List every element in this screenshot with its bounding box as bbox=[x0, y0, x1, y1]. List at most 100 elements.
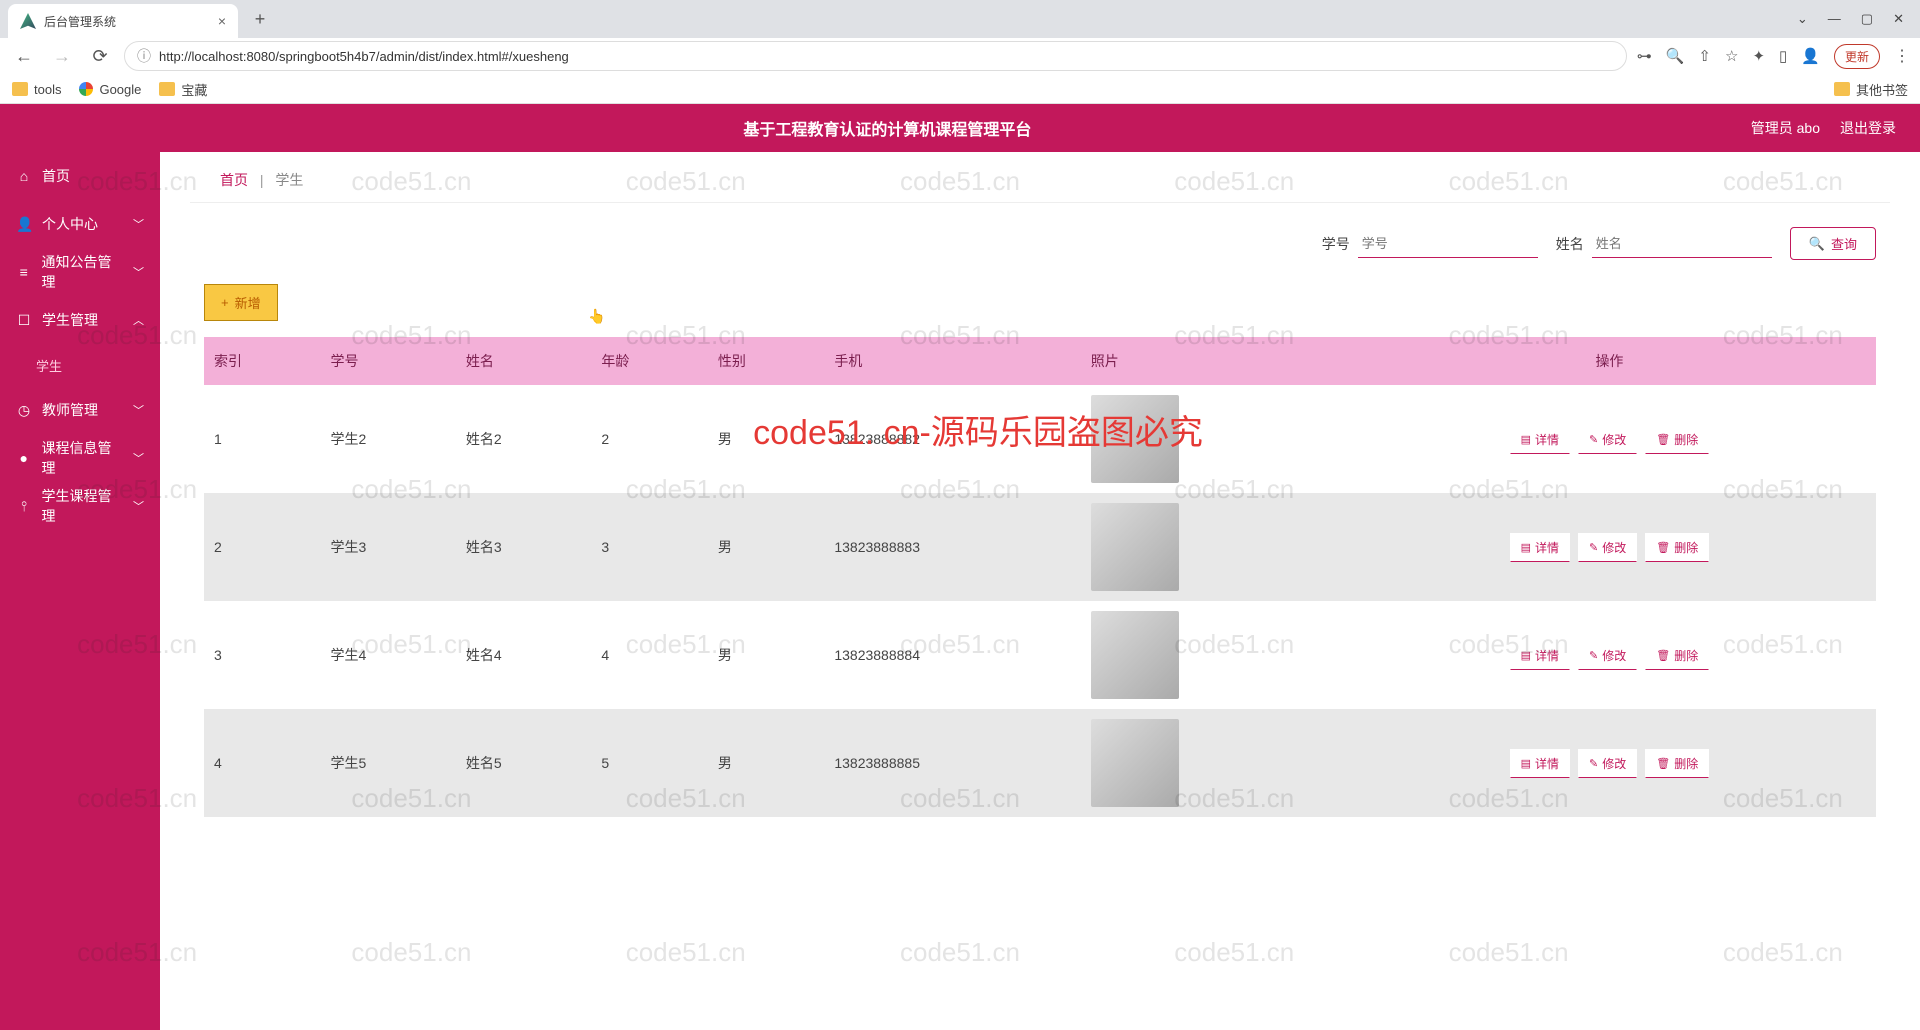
puzzle-icon[interactable]: ✦ bbox=[1752, 47, 1765, 65]
update-button[interactable]: 更新 bbox=[1834, 44, 1880, 69]
cell-gender: 男 bbox=[708, 601, 825, 709]
user-label: 管理员 abo bbox=[1751, 118, 1820, 138]
table-header-row: 索引 学号 姓名 年龄 性别 手机 照片 操作 bbox=[204, 337, 1876, 385]
url-input[interactable]: ⓘ http://localhost:8080/springboot5h4b7/… bbox=[124, 41, 1627, 71]
table-row: 4学生5姓名55男13823888885▤详情✎修改🗑删除 bbox=[204, 709, 1876, 817]
edit-icon: ✎ bbox=[1589, 433, 1598, 446]
maximize-icon[interactable]: ▢ bbox=[1861, 11, 1873, 27]
forward-button[interactable]: → bbox=[48, 42, 76, 70]
browser-tab[interactable]: 后台管理系统 × bbox=[8, 4, 238, 38]
edit-button[interactable]: ✎修改 bbox=[1578, 533, 1637, 562]
trash-icon: 🗑 bbox=[1656, 433, 1670, 446]
photo-thumb bbox=[1091, 611, 1179, 699]
photo-thumb bbox=[1091, 719, 1179, 807]
delete-button[interactable]: 🗑删除 bbox=[1645, 749, 1709, 778]
reload-button[interactable]: ⟳ bbox=[86, 42, 114, 70]
browser-chrome: 后台管理系统 × + ⌄ — ▢ ✕ ← → ⟳ ⓘ http://localh… bbox=[0, 0, 1920, 104]
trash-icon: 🗑 bbox=[1656, 757, 1670, 770]
delete-button[interactable]: 🗑删除 bbox=[1645, 641, 1709, 670]
edit-button[interactable]: ✎修改 bbox=[1578, 749, 1637, 778]
trash-icon: 🗑 bbox=[1656, 649, 1670, 662]
sno-input[interactable] bbox=[1358, 230, 1538, 258]
sidebar-stu-course[interactable]: ⫯学生课程管理﹀ bbox=[0, 482, 160, 530]
cell-age: 2 bbox=[591, 385, 708, 493]
sidebar-course[interactable]: ●课程信息管理﹀ bbox=[0, 434, 160, 482]
add-button[interactable]: +新增 bbox=[204, 284, 278, 321]
clock-icon: ◷ bbox=[16, 402, 32, 419]
app: 基于工程教育认证的计算机课程管理平台 管理员 abo 退出登录 ⌂首页 👤个人中… bbox=[0, 104, 1920, 1030]
cell-ops: ▤详情 ✎修改 🗑删除 bbox=[1343, 709, 1876, 817]
list-icon: ≡ bbox=[16, 264, 32, 280]
edit-button[interactable]: ✎修改 bbox=[1578, 425, 1637, 454]
sidebar-student-mgmt[interactable]: ☐学生管理︿ bbox=[0, 296, 160, 344]
cell-ops: ▤详情 ✎修改 🗑删除 bbox=[1343, 601, 1876, 709]
cell-sno: 学生4 bbox=[321, 601, 456, 709]
cursor-icon: 👆 bbox=[588, 308, 605, 325]
bookmark-treasure[interactable]: 宝藏 bbox=[159, 80, 207, 99]
table-row: 2学生3姓名33男13823888883▤详情✎修改🗑删除 bbox=[204, 493, 1876, 601]
bookmark-other[interactable]: 其他书签 bbox=[1834, 80, 1908, 99]
trash-icon: 🗑 bbox=[1656, 541, 1670, 554]
doc-icon: ▤ bbox=[1521, 649, 1531, 662]
chevron-down-icon: ﹀ bbox=[133, 216, 144, 232]
info-icon[interactable]: ⓘ bbox=[137, 46, 151, 66]
cell-phone: 13823888884 bbox=[824, 601, 1080, 709]
detail-button[interactable]: ▤详情 bbox=[1510, 749, 1570, 778]
cell-photo bbox=[1081, 709, 1343, 817]
sidebar: ⌂首页 👤个人中心﹀ ≡通知公告管理﹀ ☐学生管理︿ 学生 ◷教师管理﹀ ●课程… bbox=[0, 152, 160, 1030]
close-tab-icon[interactable]: × bbox=[218, 13, 226, 29]
doc-icon: ▤ bbox=[1521, 541, 1531, 554]
cell-sno: 学生5 bbox=[321, 709, 456, 817]
table-row: 1学生2姓名22男13823888882▤详情✎修改🗑删除 bbox=[204, 385, 1876, 493]
minimize-icon[interactable]: — bbox=[1828, 11, 1841, 27]
vue-icon bbox=[20, 13, 36, 29]
col-name: 姓名 bbox=[456, 337, 591, 385]
sidebar-personal[interactable]: 👤个人中心﹀ bbox=[0, 200, 160, 248]
cell-index: 2 bbox=[204, 493, 321, 601]
sidebar-student[interactable]: 学生 bbox=[0, 344, 160, 386]
new-tab-button[interactable]: + bbox=[246, 5, 274, 33]
cell-age: 4 bbox=[591, 601, 708, 709]
edit-button[interactable]: ✎修改 bbox=[1578, 641, 1637, 670]
chevron-down-icon[interactable]: ⌄ bbox=[1797, 11, 1808, 27]
sidebar-home[interactable]: ⌂首页 bbox=[0, 152, 160, 200]
chevron-up-icon: ︿ bbox=[133, 312, 144, 328]
search-icon: 🔍 bbox=[1809, 236, 1825, 252]
bookmark-google[interactable]: Google bbox=[79, 82, 141, 97]
home-icon: ⌂ bbox=[16, 168, 32, 184]
menu-icon[interactable]: ⋮ bbox=[1894, 46, 1910, 66]
cell-photo bbox=[1081, 601, 1343, 709]
sidebar-notice[interactable]: ≡通知公告管理﹀ bbox=[0, 248, 160, 296]
delete-button[interactable]: 🗑删除 bbox=[1645, 425, 1709, 454]
cell-sno: 学生3 bbox=[321, 493, 456, 601]
detail-button[interactable]: ▤详情 bbox=[1510, 425, 1570, 454]
sidebar-teacher[interactable]: ◷教师管理﹀ bbox=[0, 386, 160, 434]
share-icon[interactable]: ⇧ bbox=[1698, 47, 1711, 65]
bookmark-tools[interactable]: tools bbox=[12, 82, 61, 97]
student-icon: ☐ bbox=[16, 312, 32, 329]
cell-sno: 学生2 bbox=[321, 385, 456, 493]
search-button[interactable]: 🔍查询 bbox=[1790, 227, 1876, 260]
student-table: 索引 学号 姓名 年龄 性别 手机 照片 操作 1学生2姓名22男1382388… bbox=[204, 337, 1876, 817]
close-window-icon[interactable]: ✕ bbox=[1893, 11, 1904, 27]
cell-phone: 13823888885 bbox=[824, 709, 1080, 817]
detail-button[interactable]: ▤详情 bbox=[1510, 533, 1570, 562]
window-controls: ⌄ — ▢ ✕ bbox=[1797, 11, 1920, 27]
app-header: 基于工程教育认证的计算机课程管理平台 管理员 abo 退出登录 bbox=[0, 104, 1920, 152]
breadcrumb-home[interactable]: 首页 bbox=[220, 172, 248, 188]
cell-name: 姓名5 bbox=[456, 709, 591, 817]
cell-gender: 男 bbox=[708, 493, 825, 601]
breadcrumb: 首页 | 学生 bbox=[190, 152, 1890, 203]
panel-icon[interactable]: ▯ bbox=[1779, 47, 1787, 65]
plus-icon: + bbox=[221, 295, 229, 310]
back-button[interactable]: ← bbox=[10, 42, 38, 70]
star-icon[interactable]: ☆ bbox=[1725, 47, 1738, 65]
detail-button[interactable]: ▤详情 bbox=[1510, 641, 1570, 670]
col-index: 索引 bbox=[204, 337, 321, 385]
logout-link[interactable]: 退出登录 bbox=[1840, 118, 1896, 138]
profile-icon[interactable]: 👤 bbox=[1801, 47, 1820, 65]
name-input[interactable] bbox=[1592, 230, 1772, 258]
key-icon[interactable]: ⊶ bbox=[1637, 47, 1652, 65]
delete-button[interactable]: 🗑删除 bbox=[1645, 533, 1709, 562]
zoom-icon[interactable]: 🔍 bbox=[1666, 47, 1685, 65]
